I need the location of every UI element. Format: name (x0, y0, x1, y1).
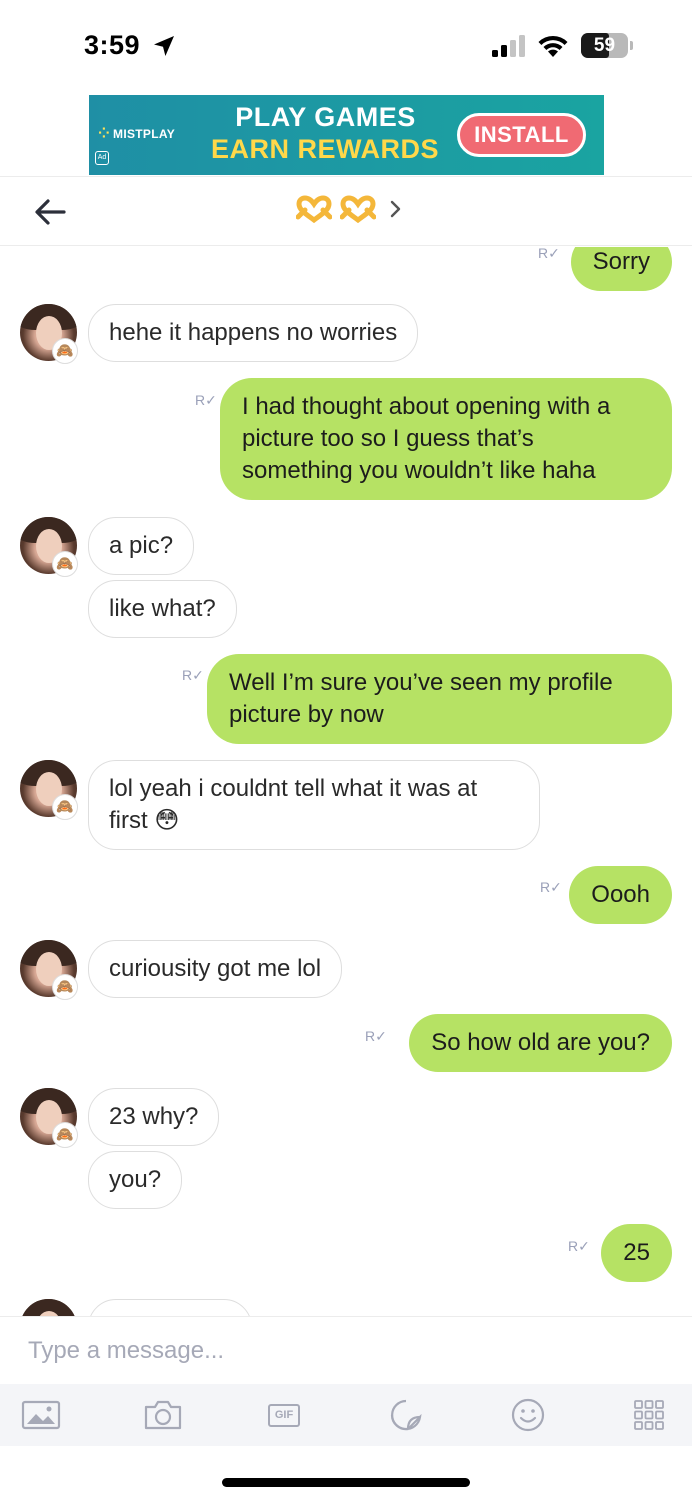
sent-message[interactable]: 25 (601, 1224, 672, 1282)
received-message-partial[interactable] (88, 1299, 252, 1316)
ad-install-button[interactable]: INSTALL (457, 113, 586, 157)
battery-tip (630, 41, 633, 50)
sticker-icon (390, 1399, 422, 1431)
ad-headline: PLAY GAMES (235, 102, 416, 132)
sticker-button[interactable] (386, 1398, 426, 1432)
ad-brand-name: MISTPLAY (113, 127, 175, 141)
monkey-badge-icon: 🙈 (52, 794, 78, 820)
received-message[interactable]: like what? (88, 580, 237, 638)
brand-dots-icon: ⁘ (98, 125, 111, 141)
received-message[interactable]: 23 why? (88, 1088, 220, 1146)
gif-icon: GIF (267, 1403, 301, 1427)
back-arrow-icon[interactable] (30, 195, 70, 229)
camera-icon (144, 1400, 182, 1430)
sent-message[interactable]: Sorry (570, 247, 672, 291)
received-message[interactable]: a pic? (88, 517, 195, 575)
home-indicator[interactable] (222, 1478, 470, 1487)
gif-button[interactable]: GIF (264, 1398, 304, 1432)
battery-indicator: 59 (581, 33, 628, 58)
composer-toolbar: GIF (0, 1384, 692, 1446)
received-message[interactable]: lol yeah i couldnt tell what it was at f… (88, 760, 540, 850)
sent-message[interactable]: Oooh (569, 866, 672, 924)
received-message[interactable]: hehe it happens no worries (88, 304, 419, 362)
conversation-title[interactable] (296, 195, 402, 223)
chevron-right-icon (390, 200, 401, 218)
heart-hands-icon (340, 195, 376, 223)
read-receipt-icon: R✓ (540, 879, 562, 895)
read-receipt-icon: R✓ (195, 392, 217, 408)
location-arrow-icon (154, 36, 174, 56)
monkey-badge-icon: 🙈 (52, 974, 78, 1000)
wifi-icon (538, 35, 568, 57)
emoji-icon (511, 1398, 545, 1432)
ad-subheadline: EARN REWARDS (210, 134, 439, 164)
monkey-badge-icon: 🙈 (52, 338, 78, 364)
received-message[interactable]: you? (88, 1151, 183, 1209)
cell-signal-icon (492, 35, 525, 57)
received-message[interactable]: curiousity got me lol (88, 940, 343, 998)
monkey-badge-icon: 🙈 (52, 1122, 78, 1148)
battery-percent: 59 (593, 35, 616, 56)
message-list[interactable]: R✓ Sorry 🙈 hehe it happens no worries R✓… (0, 247, 692, 1316)
status-time: 3:59 (84, 30, 141, 60)
read-receipt-icon: R✓ (182, 667, 204, 683)
apps-button[interactable] (629, 1398, 669, 1432)
image-button[interactable] (21, 1398, 61, 1432)
monkey-badge-icon: 🙈 (52, 551, 78, 577)
status-bar: 3:59 59 (0, 0, 692, 92)
heart-hands-icon (296, 195, 332, 223)
apps-grid-icon (634, 1400, 664, 1430)
image-icon (21, 1400, 61, 1430)
chat-header (0, 176, 692, 246)
read-receipt-icon: R✓ (538, 247, 560, 261)
emoji-button[interactable] (508, 1398, 548, 1432)
read-receipt-icon: R✓ (568, 1238, 590, 1254)
message-composer (0, 1316, 692, 1384)
avatar[interactable] (20, 1299, 77, 1316)
ad-banner[interactable]: ⁘ MISTPLAY Ad PLAY GAMES EARN REWARDS INS… (89, 95, 604, 175)
ad-brand-logo: ⁘ MISTPLAY (98, 125, 175, 142)
message-input[interactable] (28, 1335, 668, 1367)
read-receipt-icon: R✓ (365, 1028, 387, 1044)
sent-message[interactable]: Well I’m sure you’ve seen my profile pic… (207, 654, 672, 744)
sent-message[interactable]: So how old are you? (409, 1014, 672, 1072)
sent-message[interactable]: I had thought about opening with a pictu… (220, 378, 672, 500)
ad-badge: Ad (95, 151, 109, 165)
camera-button[interactable] (143, 1398, 183, 1432)
